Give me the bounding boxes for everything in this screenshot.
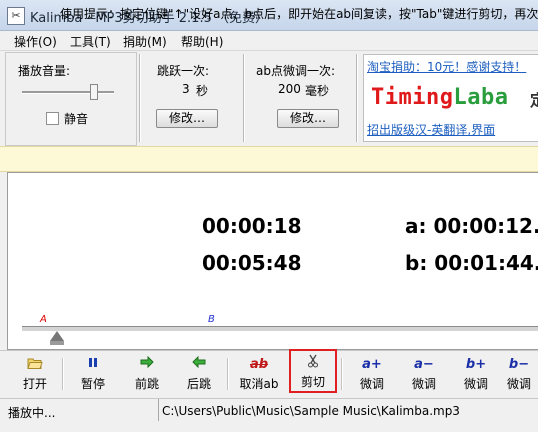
current-time: 00:00:18 [202, 214, 302, 238]
forward-jump-button[interactable]: 前跳 [125, 354, 169, 394]
volume-slider-track[interactable] [22, 91, 114, 94]
finetune-label: ab点微调一次: [256, 64, 336, 78]
a-minus-label: 微调 [411, 377, 436, 391]
b-point-time: b: 00:01:44.0 [405, 251, 538, 275]
cancel-ab-label: 取消ab [235, 375, 283, 392]
pause-icon [71, 356, 115, 374]
divider [139, 54, 141, 142]
menu-donate[interactable]: 捐助(M) [123, 33, 167, 50]
total-time: 00:05:48 [202, 251, 302, 275]
logo-part-1: Timing [371, 85, 454, 110]
scissors-icon [291, 354, 335, 372]
playhead-base[interactable] [50, 341, 64, 345]
finetune-modify-button[interactable]: 修改… [277, 109, 339, 128]
a-point-time: a: 00:00:12.7 [405, 214, 538, 238]
cut-label: 剪切 [300, 375, 325, 389]
timeline-track[interactable] [22, 326, 538, 332]
b-plus-tune-button[interactable]: b+ 微调 [454, 354, 498, 394]
mute-checkbox[interactable] [46, 112, 59, 125]
b-plus-icon: b+ [465, 357, 487, 372]
a-plus-label: 微调 [359, 377, 384, 391]
a-marker: A [40, 314, 47, 325]
forward-jump-label: 前跳 [134, 377, 159, 391]
logo-extra-text: 定 [530, 87, 538, 111]
a-plus-icon: a+ [362, 357, 382, 372]
divider [356, 54, 358, 142]
scissors-app-icon[interactable]: ✂ [7, 7, 25, 25]
jump-value: 3 [182, 82, 190, 96]
volume-label: 播放音量: [18, 64, 71, 78]
pause-button[interactable]: 暂停 [71, 354, 115, 394]
toolbar-separator [227, 358, 229, 390]
b-minus-tune-button[interactable]: b− 微调 [500, 354, 538, 394]
open-button[interactable]: 打开 [13, 354, 57, 394]
b-minus-icon: b− [508, 357, 530, 372]
play-status: 播放中... [8, 406, 56, 420]
a-minus-tune-button[interactable]: a− 微调 [402, 354, 446, 394]
jump-unit: 秒 [196, 84, 209, 98]
timinglaba-logo[interactable]: TimingLaba [371, 85, 508, 110]
ad-panel: 淘宝捐助：10元！感谢支持！ TimingLaba 定 招出版级汉-英翻译,界面 [363, 54, 538, 142]
divider [243, 54, 245, 142]
pause-label: 暂停 [80, 377, 105, 391]
back-jump-label: 后跳 [186, 377, 211, 391]
back-jump-button[interactable]: 后跳 [177, 354, 221, 394]
donate-link[interactable]: 淘宝捐助：10元！感谢支持！ [367, 58, 526, 75]
menu-operation[interactable]: 操作(O) [14, 33, 57, 50]
playhead-thumb[interactable] [50, 331, 64, 341]
menu-help[interactable]: 帮助(H) [181, 33, 223, 50]
file-path: C:\Users\Public\Music\Sample Music\Kalim… [162, 404, 460, 418]
jump-modify-button[interactable]: 修改… [156, 109, 218, 128]
toolbar-separator [341, 358, 343, 390]
cancel-ab-button[interactable]: ab 取消ab [235, 354, 283, 394]
finetune-value: 200 [278, 82, 301, 96]
arrow-right-icon [125, 355, 169, 374]
tip-bar [0, 146, 538, 172]
toolbar-separator [62, 358, 64, 390]
menu-tools[interactable]: 工具(T) [70, 33, 111, 50]
b-plus-label: 微调 [463, 377, 488, 391]
a-plus-tune-button[interactable]: a+ 微调 [350, 354, 394, 394]
jump-label: 跳跃一次: [157, 64, 210, 78]
tip-text: 使用提示：按定位键"↑"设好a点、b点后，即开始在ab间复读，按"Tab"键进行… [60, 7, 538, 21]
folder-open-icon [13, 356, 57, 374]
mute-label: 静音 [64, 112, 89, 126]
recruit-link[interactable]: 招出版级汉-英翻译,界面 [367, 121, 495, 138]
b-marker: B [208, 314, 215, 325]
volume-slider-thumb[interactable] [90, 84, 98, 100]
open-label: 打开 [22, 377, 47, 391]
logo-part-2: Laba [453, 85, 509, 110]
finetune-unit: 毫秒 [305, 84, 330, 98]
cancel-ab-text: 取消ab [239, 377, 279, 391]
cut-button[interactable]: 剪切 [289, 349, 337, 393]
cancel-ab-icon: ab [249, 357, 269, 372]
arrow-left-icon [177, 355, 221, 374]
a-minus-icon: a− [414, 357, 434, 372]
b-minus-label: 微调 [506, 377, 531, 391]
